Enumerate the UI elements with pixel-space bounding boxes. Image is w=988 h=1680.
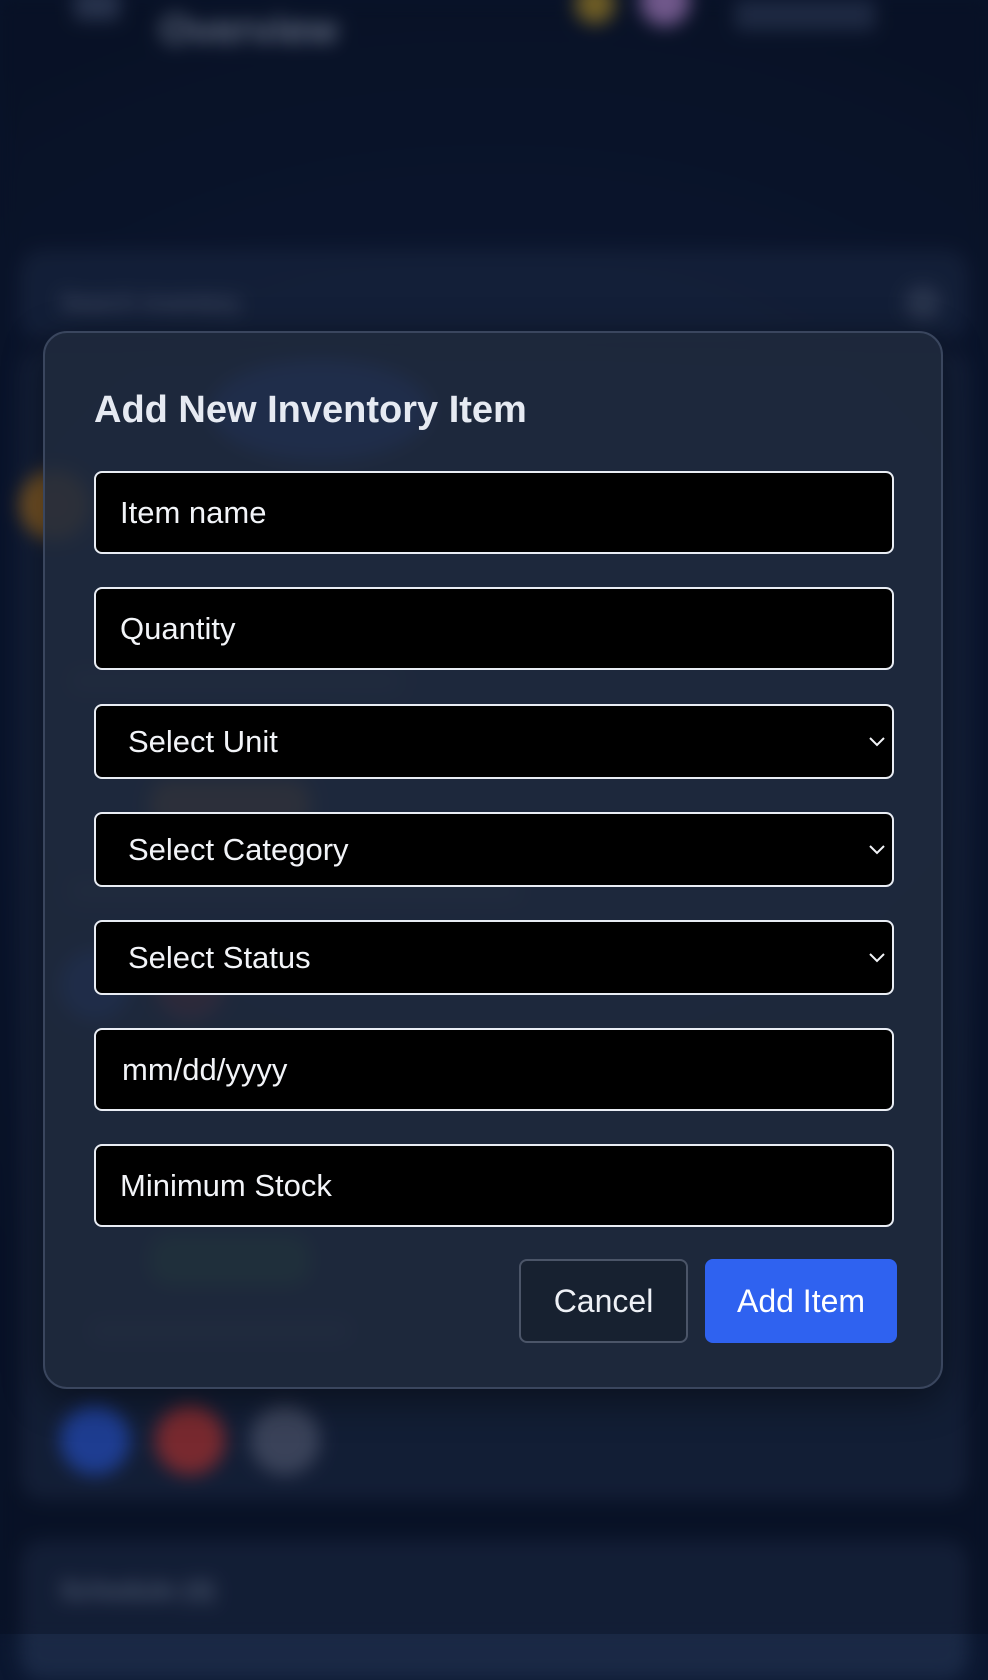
quantity-input[interactable]: Quantity	[94, 587, 894, 670]
date-placeholder: mm/dd/yyyy	[122, 1051, 288, 1087]
item-name-input[interactable]: Item name	[94, 471, 894, 554]
status-select[interactable]: Select Status	[94, 920, 894, 995]
modal-title: Add New Inventory Item	[94, 389, 527, 431]
category-select[interactable]: Select Category	[94, 812, 894, 887]
unit-select-value: Select Unit	[128, 723, 278, 759]
add-item-button[interactable]: Add Item	[705, 1259, 897, 1343]
status-select-value: Select Status	[128, 939, 311, 975]
minimum-stock-placeholder: Minimum Stock	[120, 1167, 332, 1203]
cancel-button[interactable]: Cancel	[519, 1259, 688, 1343]
category-select-value: Select Category	[128, 831, 349, 867]
date-input[interactable]: mm/dd/yyyy	[94, 1028, 894, 1111]
minimum-stock-input[interactable]: Minimum Stock	[94, 1144, 894, 1227]
chevron-down-icon	[869, 736, 885, 746]
item-name-placeholder: Item name	[120, 494, 267, 530]
chevron-down-icon	[869, 844, 885, 854]
unit-select[interactable]: Select Unit	[94, 704, 894, 779]
quantity-placeholder: Quantity	[120, 610, 236, 646]
chevron-down-icon	[869, 952, 885, 962]
add-item-modal: Add New Inventory Item Item name Quantit…	[43, 331, 943, 1389]
